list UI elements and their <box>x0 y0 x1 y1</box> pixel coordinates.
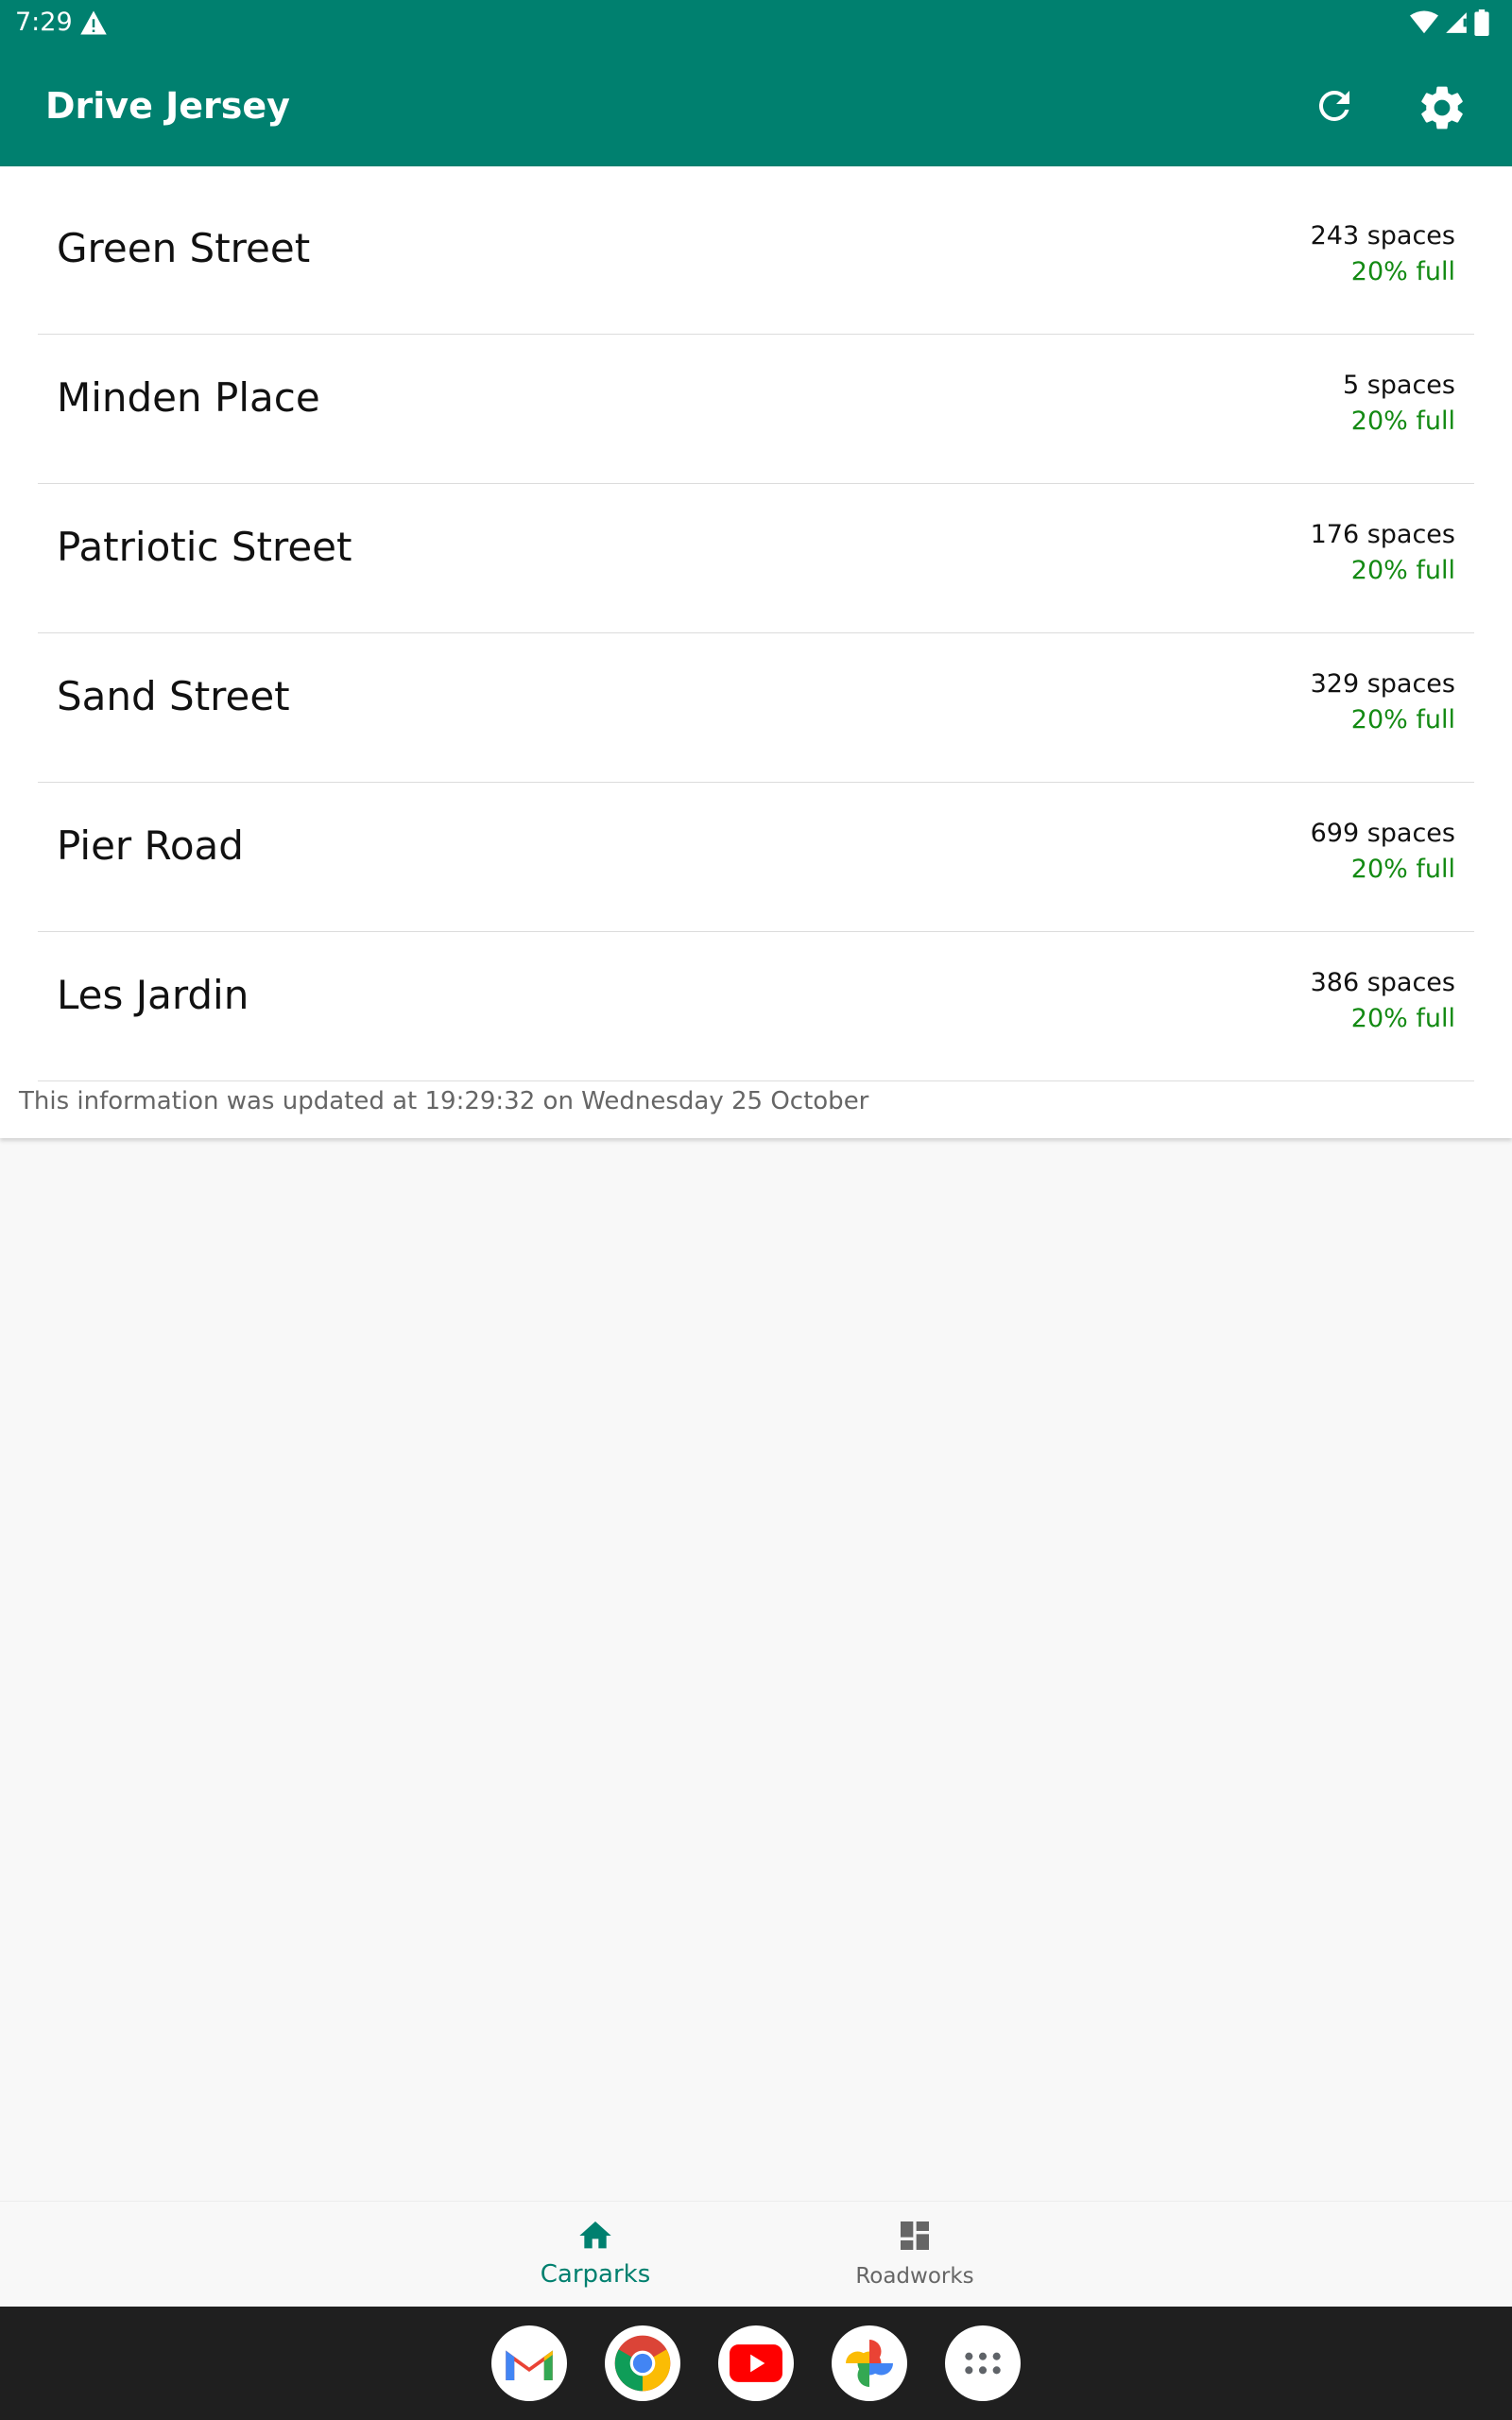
system-dock <box>0 2307 1512 2420</box>
carpark-name: Sand Street <box>57 673 290 719</box>
carpark-row-pier-road[interactable]: Pier Road 699 spaces 20% full <box>38 783 1474 932</box>
carpark-row-les-jardin[interactable]: Les Jardin 386 spaces 20% full <box>38 932 1474 1081</box>
battery-icon <box>1474 9 1489 36</box>
settings-button[interactable] <box>1414 79 1470 136</box>
carpark-full: 20% full <box>1350 855 1455 884</box>
home-icon <box>576 2217 614 2255</box>
gear-icon <box>1421 86 1463 130</box>
cellular-signal-icon <box>1446 12 1467 33</box>
app-drawer-icon[interactable] <box>945 2325 1021 2401</box>
carpark-full: 20% full <box>1350 705 1455 735</box>
carpark-spaces: 176 spaces <box>1310 520 1455 549</box>
carparks-card: Green Street 243 spaces 20% full Minden … <box>0 166 1512 1138</box>
dashboard-icon <box>896 2217 934 2255</box>
carpark-full: 20% full <box>1350 556 1455 585</box>
carpark-spaces: 329 spaces <box>1310 669 1455 699</box>
app-bar: Drive Jersey <box>0 45 1512 166</box>
carpark-spaces: 5 spaces <box>1342 371 1455 400</box>
carpark-name: Minden Place <box>57 374 320 421</box>
carpark-spaces: 699 spaces <box>1310 819 1455 848</box>
carpark-spaces: 243 spaces <box>1310 221 1455 251</box>
nav-carparks[interactable]: Carparks <box>501 2202 690 2308</box>
updated-timestamp: This information was updated at 19:29:32… <box>19 1087 869 1115</box>
bottom-nav: Carparks Roadworks <box>0 2201 1512 2307</box>
photos-icon[interactable] <box>832 2325 907 2401</box>
wifi-icon <box>1410 10 1438 34</box>
status-bar: 7:29 <box>0 0 1512 45</box>
nav-label: Roadworks <box>855 2264 974 2289</box>
carparks-list: Green Street 243 spaces 20% full Minden … <box>38 185 1474 1081</box>
carpark-row-sand-street[interactable]: Sand Street 329 spaces 20% full <box>38 633 1474 783</box>
nav-label: Carparks <box>540 2260 651 2289</box>
carpark-row-green-street[interactable]: Green Street 243 spaces 20% full <box>38 185 1474 335</box>
app-title: Drive Jersey <box>45 85 290 127</box>
warning-icon <box>80 10 107 35</box>
carpark-row-minden-place[interactable]: Minden Place 5 spaces 20% full <box>38 335 1474 484</box>
carpark-spaces: 386 spaces <box>1310 968 1455 997</box>
carpark-name: Pier Road <box>57 822 244 869</box>
chrome-icon[interactable] <box>605 2325 680 2401</box>
carpark-full: 20% full <box>1350 1004 1455 1033</box>
refresh-icon <box>1318 90 1349 121</box>
carpark-name: Les Jardin <box>57 972 249 1018</box>
carpark-full: 20% full <box>1350 406 1455 436</box>
carpark-full: 20% full <box>1350 257 1455 286</box>
carpark-name: Patriotic Street <box>57 524 352 570</box>
carpark-row-patriotic-street[interactable]: Patriotic Street 176 spaces 20% full <box>38 484 1474 633</box>
refresh-button[interactable] <box>1308 79 1361 132</box>
nav-roadworks[interactable]: Roadworks <box>820 2202 1009 2308</box>
status-icons <box>1410 9 1489 36</box>
carpark-name: Green Street <box>57 225 311 271</box>
youtube-icon[interactable] <box>718 2325 794 2401</box>
gmail-icon[interactable] <box>491 2325 567 2401</box>
status-time: 7:29 <box>15 8 73 37</box>
